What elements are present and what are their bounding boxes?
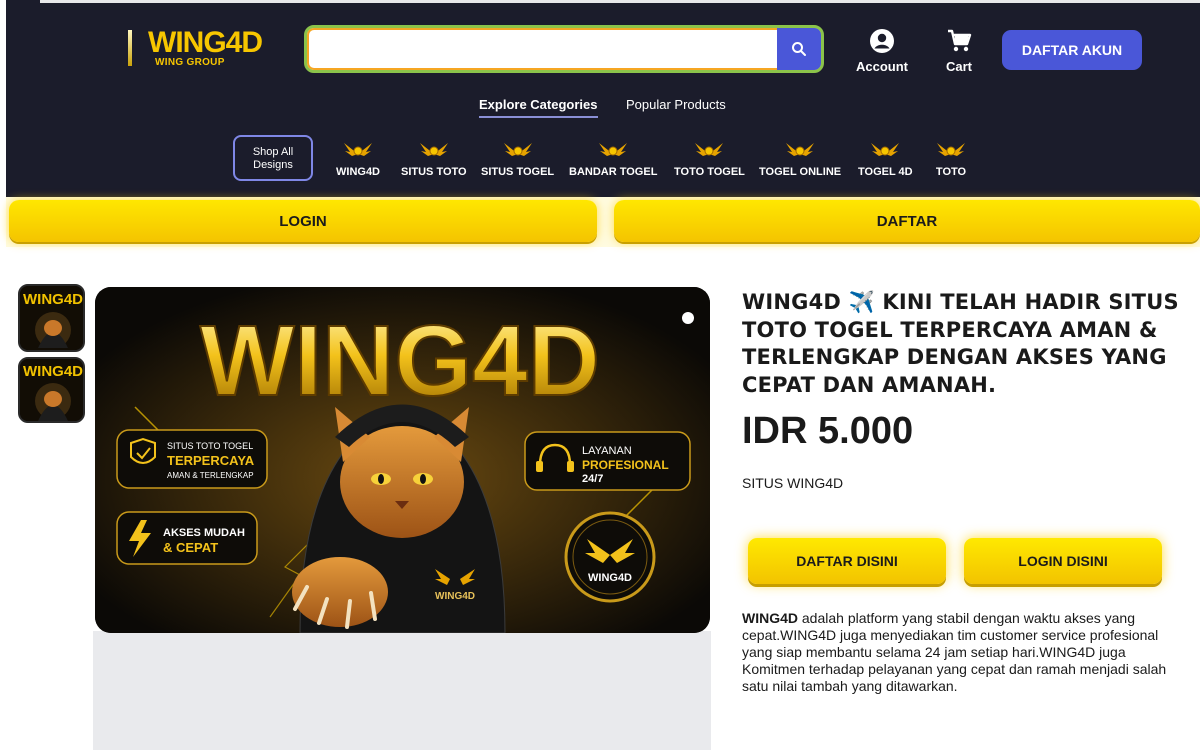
account-label: Account [856, 59, 908, 74]
category-tabs: Explore Categories Popular Products [6, 97, 1200, 121]
hero-artwork: WING4D WING4D SITUS TOTO TOGEL TERPERCAY… [95, 287, 710, 633]
hoodie-text: WING4D [435, 591, 475, 602]
cart-icon [948, 29, 972, 52]
tab-explore-categories[interactable]: Explore Categories [479, 97, 598, 118]
category-label: TOGEL ONLINE [759, 166, 842, 178]
site-logo[interactable]: WING4D WING GROUP [128, 26, 288, 76]
hero-banner-image[interactable]: WING4D WING4D SITUS TOTO TOGEL TERPERCAY… [95, 287, 710, 633]
login-button[interactable]: LOGIN [9, 200, 597, 242]
login-disini-button[interactable]: LOGIN DISINI [964, 538, 1162, 584]
wing-logo-icon [419, 143, 448, 156]
gallery-background [93, 631, 711, 750]
svg-text:WING4D: WING4D [23, 363, 83, 380]
badge3-line2: PROFESIONAL [582, 458, 669, 472]
logo-accent-bar [128, 30, 132, 66]
logo-wordmark: WING4D [148, 26, 263, 59]
category-item-togel-4d[interactable]: TOGEL 4D [858, 140, 913, 178]
search-button[interactable] [777, 28, 821, 70]
wing-logo-icon [871, 143, 900, 156]
search-input[interactable] [315, 34, 775, 64]
badge-trusted: SITUS TOTO TOGEL TERPERCAYA AMAN & TERLE… [116, 429, 268, 489]
category-item-toto[interactable]: TOTO [935, 140, 967, 178]
account-link[interactable]: Account [849, 28, 915, 74]
category-label: TOTO TOGEL [674, 166, 745, 178]
action-bar: LOGIN DAFTAR [6, 197, 1200, 247]
shop-all-designs-button[interactable]: Shop All Designs [233, 135, 313, 181]
wing-logo-icon [937, 143, 965, 156]
badge1-line2: TERPERCAYA [167, 453, 255, 468]
wing-logo-icon [786, 143, 815, 156]
svg-text:WING4D: WING4D [23, 291, 83, 308]
product-price: IDR 5.000 [742, 410, 914, 452]
badge2-line1: AKSES MUDAH [163, 527, 245, 539]
logo-subtitle: WING GROUP [155, 57, 225, 68]
badge3-line1: LAYANAN [582, 445, 632, 457]
emblem-text: WING4D [588, 572, 632, 584]
tab-popular-products[interactable]: Popular Products [626, 97, 726, 112]
badge2-line2: & CEPAT [163, 540, 218, 555]
gallery-thumbnail-2[interactable]: WING4D [18, 357, 85, 423]
badge-easy-access: AKSES MUDAH & CEPAT [116, 511, 258, 565]
category-label: TOGEL 4D [858, 166, 913, 178]
badge1-line1: SITUS TOTO TOGEL [167, 441, 253, 451]
site-header: WING4D WING GROUP Account Cart DAFTAR AK… [6, 0, 1200, 197]
gallery-thumbnail-1[interactable]: WING4D [18, 284, 85, 352]
cart-label: Cart [945, 59, 972, 74]
product-subtitle: SITUS WING4D [742, 475, 844, 491]
cart-link[interactable]: Cart [938, 28, 980, 74]
category-item-toto-togel[interactable]: TOTO TOGEL [674, 140, 745, 178]
daftar-akun-button[interactable]: DAFTAR AKUN [1002, 30, 1142, 70]
badge1-line3: AMAN & TERLENGKAP [167, 471, 254, 480]
wing4d-emblem: WING4D [564, 511, 656, 603]
badge-service: LAYANAN PROFESIONAL 24/7 [524, 431, 691, 491]
category-label: WING4D [336, 166, 380, 178]
wing-logo-icon [695, 143, 724, 156]
wing-logo-icon [503, 143, 532, 156]
header-top-line [40, 0, 1200, 3]
category-label: SITUS TOGEL [481, 166, 555, 178]
hero-brand-text: WING4D [200, 305, 600, 417]
wing-logo-icon [344, 143, 372, 156]
badge3-line3: 24/7 [582, 473, 603, 485]
user-icon [870, 29, 894, 53]
category-item-bandar-togel[interactable]: BANDAR TOGEL [569, 140, 657, 178]
category-item-situs-togel[interactable]: SITUS TOGEL [481, 140, 554, 178]
category-item-togel-online[interactable]: TOGEL ONLINE [759, 140, 841, 178]
carousel-dot[interactable] [682, 312, 694, 324]
search-bar [304, 25, 824, 73]
description-text: adalah platform yang stabil dengan waktu… [742, 610, 1167, 694]
product-title: WING4D ✈️ KINI TELAH HADIR SITUS TOTO TO… [742, 290, 1179, 397]
product-description: WING4D adalah platform yang stabil denga… [742, 610, 1187, 695]
thumbnail-image: WING4D [20, 359, 83, 421]
category-label: SITUS TOTO [401, 166, 467, 178]
daftar-button[interactable]: DAFTAR [614, 200, 1200, 242]
daftar-disini-button[interactable]: DAFTAR DISINI [748, 538, 946, 584]
category-label: BANDAR TOGEL [569, 166, 658, 178]
category-label: TOTO [935, 166, 967, 178]
category-item-situs-toto[interactable]: SITUS TOTO [401, 140, 467, 178]
category-item-wing4d[interactable]: WING4D [336, 140, 380, 178]
wing-logo-icon [599, 143, 628, 156]
description-brand: WING4D [742, 610, 798, 626]
thumbnail-image: WING4D [20, 286, 83, 350]
search-icon [792, 42, 806, 56]
